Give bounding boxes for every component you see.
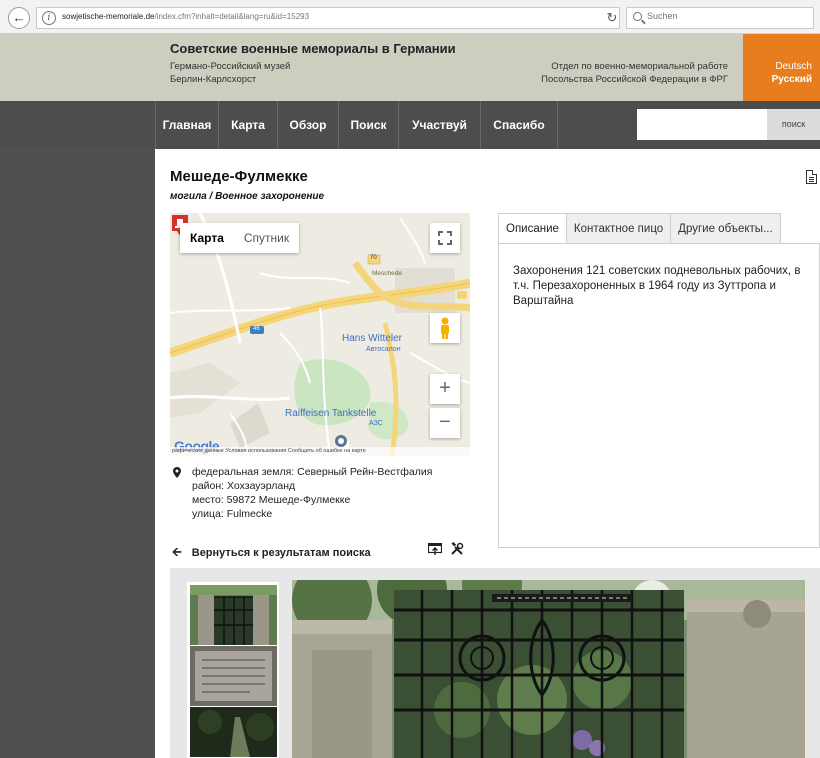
info-icon[interactable]: i — [42, 11, 56, 25]
browser-search-box[interactable] — [626, 7, 814, 29]
url-path: /index.cfm?inhalt=detail&lang=ru&id=1529… — [154, 12, 310, 21]
map-type-map-button[interactable]: Карта — [180, 223, 234, 253]
zoom-out-button[interactable]: − — [430, 408, 460, 438]
zoom-in-button[interactable]: + — [430, 374, 460, 404]
nav-item-overview[interactable]: Обзор — [278, 101, 339, 149]
tab-description[interactable]: Описание — [498, 213, 567, 244]
browser-toolbar: ← i sowjetische-memoriale.de/index.cfm?i… — [0, 0, 820, 34]
site-header: Советские военные мемориалы в Германии Г… — [0, 34, 820, 101]
language-switcher: Deutsch Русский — [743, 34, 820, 101]
browser-back-button[interactable]: ← — [8, 7, 30, 29]
language-russian-link[interactable]: Русский — [772, 74, 812, 85]
fullscreen-icon[interactable] — [430, 223, 460, 253]
pdf-document-icon[interactable] — [806, 170, 817, 184]
thumbnail-gate[interactable] — [190, 585, 277, 645]
map-type-satellite-button[interactable]: Спутник — [234, 223, 299, 253]
back-to-results-link[interactable]: 🡨 Вернуться к результатам поиска — [172, 543, 371, 564]
export-icon[interactable] — [427, 541, 446, 557]
address-district: район: Хохзауэрланд — [192, 480, 296, 492]
site-search-input[interactable] — [637, 109, 767, 140]
back-to-results-label: Вернуться к результатам поиска — [191, 547, 371, 559]
left-sidebar — [0, 149, 155, 758]
street-view-pegman-icon[interactable] — [430, 313, 460, 343]
tab-other-objects[interactable]: Другие объекты... — [670, 213, 781, 244]
thumbnail-path[interactable] — [190, 707, 277, 757]
url-domain: sowjetische-memoriale.de — [62, 12, 155, 21]
tool-icons — [427, 541, 468, 557]
nav-item-participate[interactable]: Участвуй — [399, 101, 481, 149]
site-search-button[interactable]: поиск — [767, 109, 820, 140]
map-label-raiffeisen[interactable]: Raiffeisen Tankstelle — [285, 408, 376, 419]
department-line2: Посольства Российской Федерации в ФРГ — [541, 74, 728, 85]
nav-item-map[interactable]: Карта — [219, 101, 278, 149]
thumbnail-plaque[interactable] — [190, 646, 277, 706]
site-title: Советские военные мемориалы в Германии — [170, 41, 456, 56]
photo-gallery — [170, 568, 820, 758]
tab-contact-person[interactable]: Контактное пицо — [565, 213, 672, 244]
tab-panel: Захоронения 121 советских подневольных р… — [498, 243, 820, 548]
map-label-hans-witteler-type: Автосалон — [366, 346, 401, 353]
map-label-road-70: 70 — [370, 255, 377, 261]
nav-item-search[interactable]: Поиск — [339, 101, 399, 149]
map-type-control: Карта Спутник — [180, 223, 300, 253]
thumbnail-strip — [187, 582, 279, 758]
url-bar[interactable]: i sowjetische-memoriale.de/index.cfm?inh… — [36, 7, 620, 29]
address-region: федеральная земля: Северный Рейн-Вестфал… — [192, 466, 433, 478]
arrow-left-icon: 🡨 — [172, 545, 182, 559]
location-pin-icon — [173, 467, 181, 478]
main-photo[interactable] — [292, 580, 805, 758]
site-subtitle-museum: Германо-Российский музей — [170, 61, 291, 72]
url-text: sowjetische-memoriale.de/index.cfm?inhal… — [62, 12, 309, 21]
department-line1: Отдел по военно-мемориальной работе — [551, 61, 728, 72]
map-label-raiffeisen-type: АЗС — [369, 420, 383, 427]
site-subtitle-location: Берлин-Карлсхорст — [170, 74, 257, 85]
map-label-hans-witteler[interactable]: Hans Witteler — [342, 333, 402, 344]
nav-item-home[interactable]: Главная — [155, 101, 219, 149]
description-text: Захоронения 121 советских подневольных р… — [513, 265, 801, 307]
map-label-road-46: 46 — [253, 326, 260, 332]
search-icon — [633, 12, 642, 21]
map-view[interactable]: 70 Meschede 46 Hans Witteler Автосалон R… — [170, 213, 470, 456]
info-tabs: Описание Контактное пицо Другие объекты.… — [498, 213, 781, 244]
map-label-meschede: Meschede — [372, 270, 402, 277]
nav-item-thanks[interactable]: Спасибо — [481, 101, 558, 149]
page-title: Мешеде-Фулмекке — [170, 168, 308, 185]
reload-icon[interactable]: ↻ — [600, 7, 624, 29]
map-attribution[interactable]: рафические данные Условия использования … — [170, 447, 470, 456]
address-place: место: 59872 Мешеде-Фулмекке — [192, 494, 351, 506]
language-deutsch-link[interactable]: Deutsch — [775, 61, 812, 72]
browser-search-input[interactable] — [647, 11, 807, 21]
page-subtitle: могила / Военное захоронение — [170, 191, 325, 202]
address-street: улица: Fulmecke — [192, 508, 273, 520]
tools-icon[interactable] — [450, 541, 464, 557]
main-navigation: Главная Карта Обзор Поиск Участвуй Спаси… — [0, 101, 820, 149]
